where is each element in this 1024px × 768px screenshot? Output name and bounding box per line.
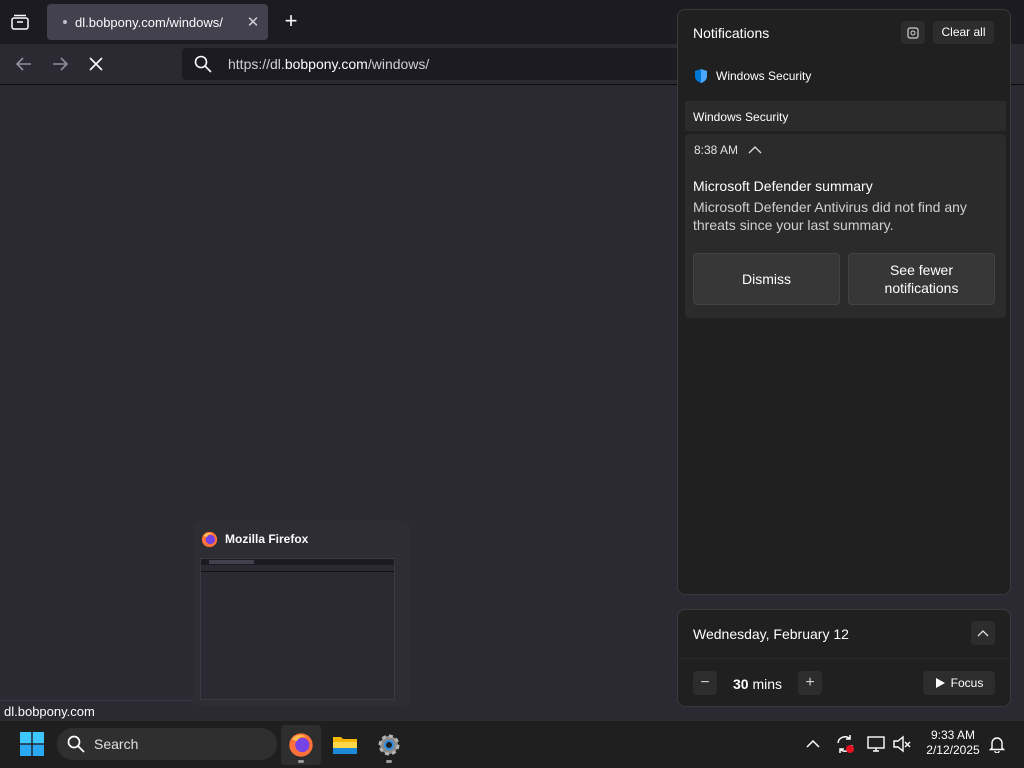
url-prefix: https://dl. <box>228 56 285 72</box>
focus-decrease-button[interactable]: − <box>693 671 717 695</box>
notification-app-name: Windows Security <box>716 69 812 83</box>
taskbar-thumbnail-preview[interactable]: Mozilla Firefox <box>193 521 410 706</box>
search-icon <box>67 735 85 753</box>
notification-bell-button[interactable] <box>986 733 1008 755</box>
taskbar-firefox[interactable] <box>281 725 321 765</box>
clear-all-button[interactable]: Clear all <box>933 21 994 44</box>
new-tab-button[interactable]: + <box>280 10 302 34</box>
taskbar-file-explorer[interactable] <box>325 725 365 765</box>
back-button[interactable] <box>10 52 38 76</box>
notification-title: Microsoft Defender summary <box>693 178 873 194</box>
running-indicator <box>298 760 304 763</box>
folder-icon <box>333 737 357 754</box>
bell-icon <box>988 737 1006 753</box>
tab-close-button[interactable]: ✕ <box>238 13 268 31</box>
windows-security-shield-icon <box>695 69 707 83</box>
tab-loading-dot <box>63 20 67 24</box>
forward-button[interactable] <box>46 52 74 76</box>
tray-volume[interactable] <box>891 733 913 755</box>
tray-network[interactable] <box>866 733 888 755</box>
sync-alert-icon <box>837 735 854 753</box>
notification-group-header: Windows Security <box>685 101 1006 131</box>
focus-start-button[interactable]: Focus <box>923 671 995 695</box>
stop-icon <box>89 57 103 71</box>
browser-tab[interactable]: dl.bobpony.com/windows/ ✕ <box>47 4 268 40</box>
url-domain: bobpony.com <box>284 56 368 72</box>
chevron-up-icon <box>806 739 820 748</box>
preview-window-image <box>200 558 395 700</box>
focus-label: Focus <box>950 676 984 690</box>
taskbar-clock[interactable]: 9:33 AM 2/12/2025 <box>920 728 986 758</box>
tab-list-button[interactable] <box>8 10 32 34</box>
taskbar-settings[interactable] <box>369 725 409 765</box>
search-placeholder: Search <box>94 736 139 752</box>
chevron-up-icon <box>977 630 989 637</box>
notification-settings-button[interactable] <box>901 21 925 44</box>
notification-time: 8:38 AM <box>694 143 739 157</box>
tab-list-icon <box>11 14 29 30</box>
see-fewer-notifications-button[interactable]: See fewer notifications <box>848 253 995 305</box>
url-suffix: /windows/ <box>367 56 430 72</box>
notification-settings-icon <box>907 26 919 39</box>
firefox-icon <box>289 733 313 757</box>
chevron-up-icon[interactable] <box>748 145 762 155</box>
show-hidden-icons-button[interactable] <box>802 733 824 755</box>
network-icon <box>867 736 885 752</box>
calendar-collapse-button[interactable] <box>971 621 995 645</box>
notifications-heading: Notifications <box>693 25 770 41</box>
search-icon <box>194 55 212 73</box>
running-indicator <box>386 760 392 763</box>
notification-body: Microsoft Defender Antivirus did not fin… <box>693 199 967 233</box>
calendar-date: Wednesday, February 12 <box>693 626 849 642</box>
preview-title: Mozilla Firefox <box>225 532 309 546</box>
url-bar[interactable]: https://dl. bobpony.com/windows/ <box>182 48 682 80</box>
calendar-divider <box>678 658 1010 659</box>
stop-loading-button[interactable] <box>82 52 110 76</box>
notification-time-row: 8:38 AM <box>694 143 762 157</box>
gear-icon <box>378 734 400 756</box>
notification-app-header: Windows Security <box>693 68 811 84</box>
clock-date: 2/12/2025 <box>926 743 980 757</box>
start-button[interactable] <box>20 732 44 756</box>
focus-duration-value: 30 <box>733 676 749 692</box>
focus-duration: 30 mins <box>733 676 782 692</box>
play-icon <box>935 678 945 688</box>
forward-arrow-icon <box>53 57 68 71</box>
clock-time: 9:33 AM <box>930 728 976 742</box>
focus-increase-button[interactable]: + <box>798 671 822 695</box>
volume-muted-icon <box>893 735 911 753</box>
tray-update-status[interactable] <box>834 733 856 755</box>
dismiss-button[interactable]: Dismiss <box>693 253 840 305</box>
firefox-icon <box>201 531 218 548</box>
back-arrow-icon <box>16 57 31 71</box>
tab-title: dl.bobpony.com/windows/ <box>75 14 223 30</box>
windows-logo-icon <box>20 732 44 756</box>
taskbar-search[interactable]: Search <box>57 728 277 760</box>
focus-duration-unit: mins <box>752 676 783 692</box>
